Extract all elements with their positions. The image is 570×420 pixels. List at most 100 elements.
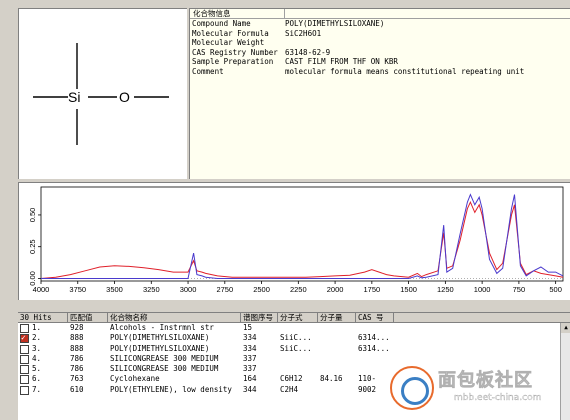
atom-si-label: Si <box>68 89 80 105</box>
hit-name: SILICONGREASE 300 MEDIUM <box>110 364 219 374</box>
hit-spectrum-no: 344 <box>243 384 257 394</box>
column-header-name[interactable]: 化合物名称 <box>108 313 241 322</box>
hits-count-header[interactable]: 30 Hits <box>18 313 68 322</box>
info-row-molecular-formula: Molecular Formula SiC2H6O1 <box>190 29 570 39</box>
structure-pane: Si O <box>18 8 187 179</box>
info-value[interactable]: molecular formula means constitutional r… <box>285 67 570 77</box>
hit-formula <box>278 364 318 374</box>
hit-name: SILICONGREASE 300 MEDIUM <box>110 353 219 363</box>
compound-info-title: 化合物信息 <box>190 9 285 18</box>
info-row-molecular-weight: Molecular Weight <box>190 38 570 48</box>
hit-checkbox[interactable] <box>20 365 29 375</box>
hit-cas: 6314... <box>358 343 390 353</box>
hit-mw: 84.16 <box>320 374 343 384</box>
hit-score: 786 <box>70 353 84 363</box>
hit-score: 763 <box>70 374 84 384</box>
watermark-site-url: mbb.eet-china.com <box>454 393 542 403</box>
hit-checkbox[interactable] <box>20 354 29 364</box>
hit-mw <box>318 333 356 343</box>
hit-formula: C2H4 <box>280 384 299 394</box>
x-tick-label: 750 <box>513 285 526 294</box>
column-header-formula[interactable]: 分子式 <box>278 313 318 322</box>
hit-score: 928 <box>70 323 84 332</box>
table-row[interactable]: 2.888POLY(DIMETHYLSILOXANE)334SiiC...631… <box>18 333 570 344</box>
ir-spectrum-search-window: Si O 化合物信息 Compound Name POLY(DIMETHYLSI… <box>0 0 570 420</box>
x-tick-label: 2750 <box>216 285 233 294</box>
info-value[interactable]: SiC2H6O1 <box>285 29 570 39</box>
atom-o-label: O <box>119 89 130 105</box>
hit-checkbox[interactable] <box>20 324 29 333</box>
x-tick-label: 500 <box>549 285 562 294</box>
column-header-cas[interactable]: CAS 号 <box>356 313 394 322</box>
info-key: CAS Registry Number <box>192 47 278 57</box>
info-row-cas-number: CAS Registry Number 63148-62-9 <box>190 48 570 58</box>
info-row-sample-preparation: Sample Preparation CAST FILM FROM THF ON… <box>190 57 570 67</box>
y-tick-label: 0.25 <box>28 239 37 254</box>
info-key: Comment <box>192 66 224 76</box>
watermark-site-name: 面包板社区 <box>438 370 533 392</box>
ir-spectrum-chart[interactable]: 4000 3750 3500 3250 3000 2750 2500 2250 2000 1750… <box>19 183 570 301</box>
hit-spectrum-no: 334 <box>243 343 257 353</box>
hits-table-header: 30 Hits 匹配值 化合物名称 谱图序号 分子式 分子量 CAS 号 <box>18 313 570 323</box>
x-tick-label: 1750 <box>364 285 381 294</box>
table-row[interactable]: 4. 786 SILICONGREASE 300 MEDIUM 337 <box>18 354 570 364</box>
hit-formula: SiiC... <box>280 333 312 343</box>
column-header-mw[interactable]: 分子量 <box>318 313 356 322</box>
hit-checkbox[interactable] <box>20 375 29 385</box>
x-tick-label: 1250 <box>437 285 454 294</box>
hit-spectrum-no: 337 <box>243 364 257 374</box>
hit-cas <box>356 323 394 333</box>
info-row-comment: Comment molecular formula means constitu… <box>190 67 570 77</box>
table-row[interactable]: 1. 928 Alcohols - Instrmnl str 15 <box>18 323 570 333</box>
info-row-compound-name: Compound Name POLY(DIMETHYLSILOXANE) <box>190 19 570 29</box>
hit-name: POLY(ETHYLENE), low density <box>110 384 232 394</box>
info-value[interactable] <box>285 38 570 48</box>
watermark-logo-icon <box>390 366 434 410</box>
hit-mw <box>318 364 356 374</box>
hit-mw <box>318 344 356 354</box>
hit-formula: C6H12 <box>280 374 303 384</box>
hit-checkbox[interactable] <box>20 385 29 395</box>
plot-frame <box>40 186 564 282</box>
table-row[interactable]: 3. 888 POLY(DIMETHYLSILOXANE) 334 SiiC... 631… <box>18 344 570 354</box>
hit-name: Alcohols - Instrmnl str <box>110 323 214 332</box>
hit-formula <box>278 354 318 364</box>
hit-cas <box>356 354 394 364</box>
hit-mw <box>318 354 356 364</box>
scroll-up-arrow-icon[interactable]: ▲ <box>561 323 570 333</box>
column-header-score[interactable]: 匹配值 <box>68 313 108 322</box>
spectrum-plot-pane[interactable]: 4000 3750 3500 3250 3000 2750 2500 2250 2000 1750… <box>18 182 570 300</box>
x-tick-label: 3750 <box>69 285 86 294</box>
hit-cas: 6314... <box>358 333 390 343</box>
x-tick-label: 3000 <box>180 285 197 294</box>
x-tick-label: 1000 <box>474 285 491 294</box>
hit-checkbox[interactable] <box>20 333 29 344</box>
hit-score: 786 <box>70 364 84 374</box>
molecule-structure-drawing: Si O <box>33 43 169 145</box>
info-key: Sample Preparation <box>192 57 274 67</box>
x-tick-label: 3500 <box>106 285 123 294</box>
info-value[interactable]: POLY(DIMETHYLSILOXANE) <box>285 19 570 29</box>
info-value[interactable]: 63148-62-9 <box>285 48 570 58</box>
compound-info-pane: 化合物信息 Compound Name POLY(DIMETHYLSILOXAN… <box>189 8 570 179</box>
hit-name: POLY(DIMETHYLSILOXANE) <box>110 333 210 343</box>
hit-name: Cyclohexane <box>110 374 160 384</box>
hit-checkbox[interactable] <box>20 344 29 354</box>
info-key: Molecular Formula <box>192 28 269 38</box>
info-key: Molecular Weight <box>192 38 265 48</box>
hit-spectrum-no: 15 <box>243 323 253 332</box>
x-tick-label: 2250 <box>290 285 307 294</box>
x-tick-label: 3250 <box>143 285 160 294</box>
hit-score: 610 <box>70 384 84 394</box>
hit-formula: SiiC... <box>280 343 312 353</box>
x-tick-label: 1500 <box>400 285 417 294</box>
hit-spectrum-no: 337 <box>243 353 257 363</box>
info-value[interactable]: CAST FILM FROM THF ON KBR <box>285 57 570 67</box>
hit-name: POLY(DIMETHYLSILOXANE) <box>110 343 210 353</box>
hit-mw <box>318 385 356 395</box>
column-header-spectrum-no[interactable]: 谱图序号 <box>241 313 278 322</box>
compound-info-header: 化合物信息 <box>190 9 570 19</box>
hit-formula <box>278 323 318 333</box>
hit-spectrum-no: 164 <box>243 374 257 384</box>
x-tick-label: 2000 <box>327 285 344 294</box>
